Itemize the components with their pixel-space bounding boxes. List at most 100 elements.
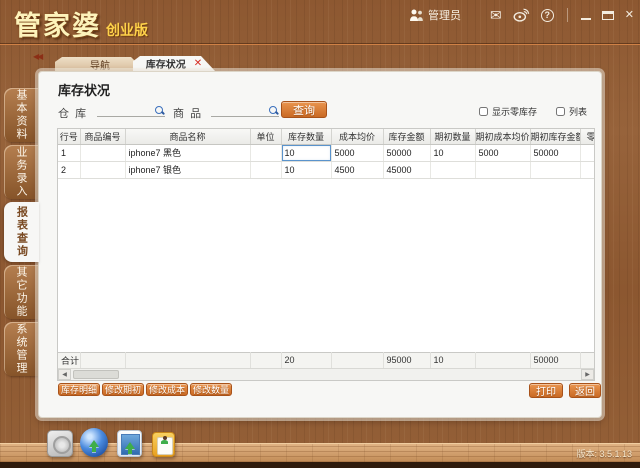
help-icon[interactable]: ?: [541, 9, 554, 22]
cell-product-name[interactable]: iphone7 黑色: [125, 144, 250, 161]
col-header[interactable]: 单位: [250, 129, 281, 144]
cell-unit[interactable]: [250, 161, 281, 178]
inventory-table: 行号 商品编号 商品名称 单位 库存数量 成本均价 库存金额 期初数量 期初成本…: [57, 128, 595, 381]
tab-navigation[interactable]: 导航: [55, 57, 145, 71]
user-name-label: 管理员: [428, 7, 461, 23]
horizontal-scrollbar[interactable]: ◀ ▶: [58, 368, 594, 380]
cell-amount[interactable]: 45000: [383, 161, 430, 178]
col-header[interactable]: 期初数量: [430, 129, 475, 144]
table-row[interactable]: 1 iphone7 黑色 10 5000 50000 10 5000 50000: [58, 144, 595, 161]
product-label: 商 品: [173, 105, 201, 121]
totals-row: 合计 20 95000 10 50000: [58, 352, 595, 369]
modify-opening-button[interactable]: 修改期初: [102, 383, 144, 396]
col-header[interactable]: 零售价: [580, 129, 595, 144]
sidebar-item-label: 业务录入: [13, 146, 29, 198]
bottom-edge: [0, 462, 640, 468]
cell-init-amount[interactable]: [530, 161, 580, 178]
user-card-icon[interactable]: [152, 432, 175, 457]
tab-close-icon[interactable]: ✕: [194, 58, 202, 69]
show-zero-stock-checkbox[interactable]: 显示零库存: [479, 105, 537, 118]
totals-cell: [80, 352, 125, 368]
modify-cost-button[interactable]: 修改成本: [146, 383, 188, 396]
cell-amount[interactable]: 50000: [383, 144, 430, 161]
window-upload-icon[interactable]: [117, 430, 142, 457]
scroll-left-icon[interactable]: ◀: [58, 369, 71, 380]
totals-qty: 20: [281, 352, 331, 368]
scroll-right-icon[interactable]: ▶: [581, 369, 594, 380]
logo-edition-text: 创业版: [106, 22, 148, 38]
sidebar-item-other-functions[interactable]: 其它功能: [4, 265, 38, 319]
list-view-checkbox[interactable]: 列表: [556, 105, 587, 118]
cell-unit[interactable]: [250, 144, 281, 161]
cell-product-no[interactable]: [80, 161, 125, 178]
list-view-label: 列表: [569, 105, 587, 118]
cell-init-avg-cost[interactable]: [475, 161, 530, 178]
cell-avg-cost[interactable]: 4500: [331, 161, 383, 178]
cell-qty[interactable]: 10: [281, 161, 331, 178]
back-button[interactable]: 返回: [569, 383, 601, 398]
cell-avg-cost[interactable]: 5000: [331, 144, 383, 161]
collapse-tabs-icon[interactable]: ◀◀: [33, 52, 41, 61]
cell-retail[interactable]: [580, 144, 595, 161]
totals-amount: 95000: [383, 352, 430, 368]
show-zero-stock-checkbox-input[interactable]: [479, 107, 488, 116]
totals-cell: [125, 352, 250, 368]
globe-upload-icon[interactable]: [80, 428, 108, 457]
totals-cell: [331, 352, 383, 368]
app-logo: 管家婆创业版: [14, 4, 148, 43]
inventory-detail-button[interactable]: 库存明细: [58, 383, 100, 396]
page-title: 库存状况: [58, 80, 110, 99]
maximize-button[interactable]: [602, 11, 614, 20]
cell-qty-selected[interactable]: 10: [281, 144, 331, 161]
sidebar-item-basic-data[interactable]: 基本资料: [4, 88, 38, 142]
scrollbar-track[interactable]: [119, 369, 581, 380]
cell-row-no[interactable]: 2: [58, 161, 80, 178]
col-header[interactable]: 商品编号: [80, 129, 125, 144]
sidebar-item-label: 其它功能: [13, 266, 29, 318]
logo-main-text: 管家婆: [14, 11, 101, 41]
sidebar-item-report-query[interactable]: 报表查询: [4, 202, 39, 262]
list-view-checkbox-input[interactable]: [556, 107, 565, 116]
totals-init-amount: 50000: [530, 352, 580, 368]
scrollbar-thumb[interactable]: [73, 370, 119, 379]
query-button[interactable]: 查询: [281, 101, 327, 118]
col-header[interactable]: 期初库存金额: [530, 129, 580, 144]
inventory-status-panel: 库存状况 仓 库 商 品 查询 显示零库存 列表 行号: [38, 71, 602, 418]
cell-product-name[interactable]: iphone7 银色: [125, 161, 250, 178]
close-button[interactable]: ✕: [625, 10, 634, 21]
col-header[interactable]: 成本均价: [331, 129, 383, 144]
col-header[interactable]: 期初成本均价: [475, 129, 530, 144]
col-header[interactable]: 商品名称: [125, 129, 250, 144]
sidebar-item-business-entry[interactable]: 业务录入: [4, 145, 38, 199]
weibo-icon[interactable]: [513, 8, 530, 22]
col-header[interactable]: 库存金额: [383, 129, 430, 144]
tab-inventory-status[interactable]: 库存状况 ✕: [133, 56, 215, 71]
cell-product-no[interactable]: [80, 144, 125, 161]
upload-arrow-icon: [125, 437, 135, 449]
totals-cell: [475, 352, 530, 368]
cell-init-amount[interactable]: 50000: [530, 144, 580, 161]
drive-icon[interactable]: [47, 430, 73, 457]
titlebar-divider: [0, 44, 640, 45]
warehouse-search-icon[interactable]: [155, 106, 165, 116]
sidebar-item-label: 报表查询: [14, 206, 30, 258]
minimize-button[interactable]: [581, 18, 591, 20]
product-search-icon[interactable]: [269, 106, 279, 116]
cell-init-avg-cost[interactable]: 5000: [475, 144, 530, 161]
table-empty-area: [58, 179, 594, 352]
modify-qty-button[interactable]: 修改数量: [190, 383, 232, 396]
col-header[interactable]: 行号: [58, 129, 80, 144]
sidebar-item-system-management[interactable]: 系统管理: [4, 322, 38, 376]
cell-retail[interactable]: [580, 161, 595, 178]
cell-row-no[interactable]: 1: [58, 144, 80, 161]
current-user[interactable]: 管理员: [409, 7, 461, 23]
totals-cell: [250, 352, 281, 368]
person-glyph: [161, 440, 168, 444]
mail-icon[interactable]: ✉: [490, 8, 502, 22]
sidebar-item-label: 基本资料: [13, 89, 29, 141]
cell-init-qty[interactable]: [430, 161, 475, 178]
cell-init-qty[interactable]: 10: [430, 144, 475, 161]
col-header[interactable]: 库存数量: [281, 129, 331, 144]
table-row[interactable]: 2 iphone7 银色 10 4500 45000: [58, 161, 595, 178]
print-button[interactable]: 打印: [529, 383, 563, 398]
